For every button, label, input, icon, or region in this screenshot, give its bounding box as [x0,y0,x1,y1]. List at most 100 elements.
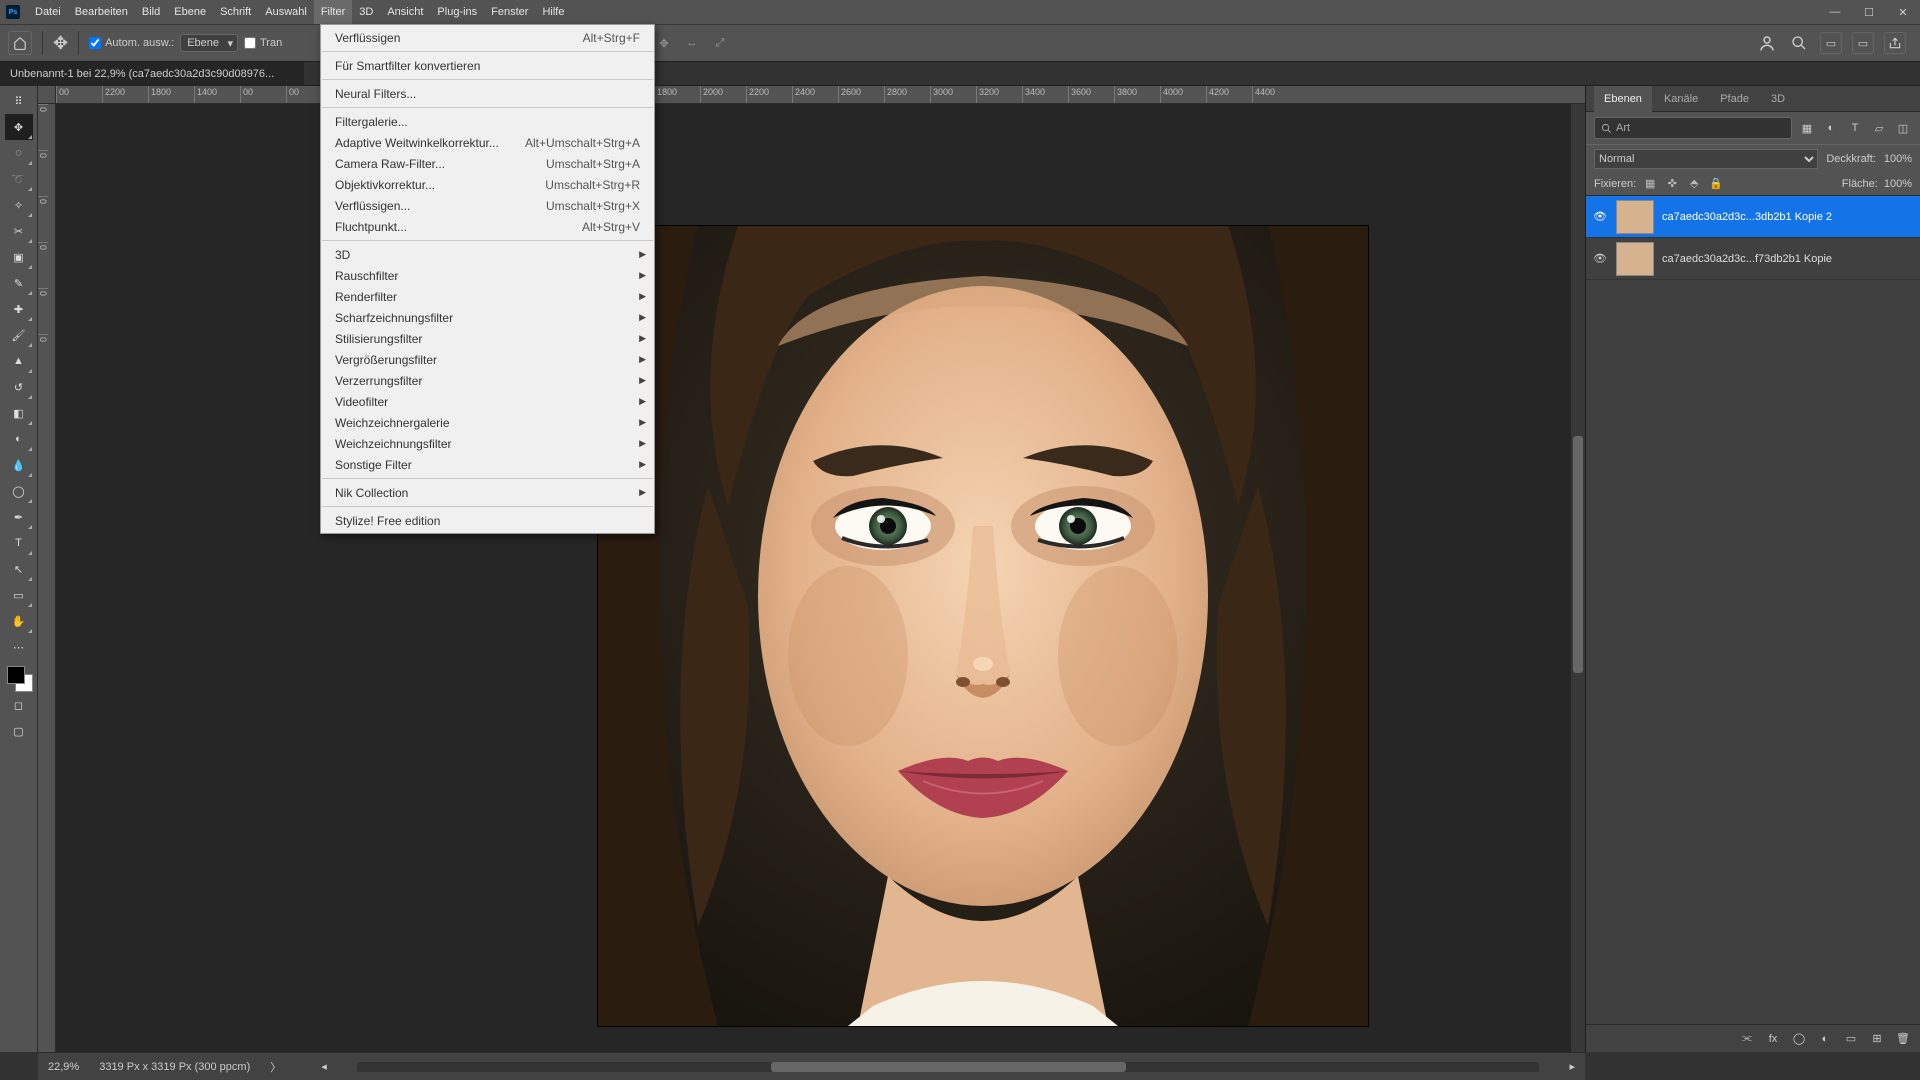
canvas-area[interactable]: 0022001800140000004006008001000120014001… [38,86,1585,1052]
layer-name[interactable]: ca7aedc30a2d3c...3db2b1 Kopie 2 [1662,211,1832,223]
layer-name[interactable]: ca7aedc30a2d3c...f73db2b1 Kopie [1662,253,1832,265]
ruler-horizontal[interactable]: 0022001800140000004006008001000120014001… [56,86,1585,104]
eraser-tool[interactable]: ◧ [5,400,33,426]
menu-item[interactable]: Rauschfilter▶ [321,265,654,286]
blur-tool[interactable]: 💧 [5,452,33,478]
quick-mask-tool[interactable]: ◻ [5,692,33,718]
panel-tab-ebenen[interactable]: Ebenen [1594,86,1652,112]
pen-tool[interactable]: ✒ [5,504,33,530]
menu-item[interactable]: Videofilter▶ [321,391,654,412]
layer-visibility-icon[interactable]: 👁 [1592,210,1608,223]
menubar-item-ansicht[interactable]: Ansicht [380,0,430,24]
layer-visibility-icon[interactable]: 👁 [1592,252,1608,265]
layer-mask-icon[interactable]: ◯ [1790,1030,1808,1048]
menubar-item-bearbeiten[interactable]: Bearbeiten [68,0,135,24]
workspace-button[interactable]: ▭ [1852,32,1874,54]
blend-mode-select[interactable]: Normal [1594,149,1818,169]
delete-layer-icon[interactable]: 🗑 [1894,1030,1912,1048]
menu-item[interactable]: Camera Raw-Filter...Umschalt+Strg+A [321,153,654,174]
layer-filter-search[interactable]: Art [1594,117,1792,139]
menu-item[interactable]: Für Smartfilter konvertieren [321,55,654,76]
menu-item[interactable]: Vergrößerungsfilter▶ [321,349,654,370]
hand-tool[interactable]: ✋ [5,608,33,634]
menubar-item-3d[interactable]: 3D [352,0,380,24]
menu-item[interactable]: Weichzeichnungsfilter▶ [321,433,654,454]
menubar-item-fenster[interactable]: Fenster [484,0,535,24]
layer-thumbnail[interactable] [1616,200,1654,234]
clone-stamp-tool[interactable]: ▲ [5,348,33,374]
filter-smart-icon[interactable]: ◫ [1894,119,1912,137]
arrange-documents-button[interactable]: ▭ [1820,32,1842,54]
eyedropper-tool[interactable]: ✎ [5,270,33,296]
fill-value[interactable]: 100% [1884,178,1912,190]
menu-item[interactable]: 3D▶ [321,244,654,265]
menubar-item-filter[interactable]: Filter [314,0,352,24]
scroll-left[interactable]: ◂ [321,1060,327,1073]
menubar-item-hilfe[interactable]: Hilfe [535,0,571,24]
lock-position-icon[interactable]: ✜ [1664,176,1680,192]
brush-tool[interactable]: 🖌 [5,322,33,348]
marquee-tool[interactable]: ◌ [5,140,33,166]
vertical-scrollbar[interactable] [1571,104,1585,1052]
menu-item[interactable]: Stylize! Free edition [321,510,654,531]
history-brush-tool[interactable]: ↺ [5,374,33,400]
adjustment-layer-icon[interactable]: ◐ [1816,1030,1834,1048]
home-button[interactable] [8,31,32,55]
horizontal-scrollbar[interactable] [357,1062,1540,1072]
doc-info-readout[interactable]: 3319 Px x 3319 Px (300 ppcm) [99,1061,250,1073]
menubar-item-schrift[interactable]: Schrift [213,0,258,24]
healing-tool[interactable]: ✚ [5,296,33,322]
tool-grip[interactable]: ⠿ [5,88,33,114]
window-minimize[interactable]: — [1818,0,1852,24]
auto-select-target[interactable]: Ebene [180,34,238,52]
layer-style-icon[interactable]: fx [1764,1030,1782,1048]
menu-item[interactable]: Filtergalerie... [321,111,654,132]
panel-tab-kanäle[interactable]: Kanäle [1654,86,1708,112]
group-icon[interactable]: ▭ [1842,1030,1860,1048]
magic-wand-tool[interactable]: ✧ [5,192,33,218]
menubar-item-auswahl[interactable]: Auswahl [258,0,314,24]
cloud-docs-button[interactable] [1756,32,1778,54]
menu-item[interactable]: Verzerrungsfilter▶ [321,370,654,391]
share-button[interactable] [1884,32,1906,54]
link-layers-icon[interactable]: ⫘ [1738,1030,1756,1048]
window-maximize[interactable]: ☐ [1852,0,1886,24]
menu-item[interactable]: Neural Filters... [321,83,654,104]
search-button[interactable] [1788,32,1810,54]
lock-all-icon[interactable]: 🔒 [1708,176,1724,192]
window-close[interactable]: ✕ [1886,0,1920,24]
menu-item[interactable]: Nik Collection▶ [321,482,654,503]
panel-tab-pfade[interactable]: Pfade [1710,86,1759,112]
frame-tool[interactable]: ▣ [5,244,33,270]
menu-item[interactable]: Renderfilter▶ [321,286,654,307]
menu-item[interactable]: Fluchtpunkt...Alt+Strg+V [321,216,654,237]
edit-toolbar[interactable]: ⋯ [5,634,33,660]
dodge-tool[interactable]: ◯ [5,478,33,504]
lock-pixels-icon[interactable]: ▦ [1642,176,1658,192]
layer-thumbnail[interactable] [1616,242,1654,276]
color-swatches[interactable] [5,664,33,692]
menubar-item-plug-ins[interactable]: Plug-ins [430,0,484,24]
menubar-item-ebene[interactable]: Ebene [167,0,213,24]
document-tab[interactable]: Unbenannt-1 bei 22,9% (ca7aedc30a2d3c90d… [0,62,304,86]
layer-row[interactable]: 👁 ca7aedc30a2d3c...3db2b1 Kopie 2 [1586,196,1920,238]
path-tool[interactable]: ↖ [5,556,33,582]
move-tool[interactable]: ✥ [5,114,33,140]
shape-tool[interactable]: ▭ [5,582,33,608]
lasso-tool[interactable]: ➰ [5,166,33,192]
layer-row[interactable]: 👁 ca7aedc30a2d3c...f73db2b1 Kopie [1586,238,1920,280]
menu-item[interactable]: VerflüssigenAlt+Strg+F [321,27,654,48]
canvas-image[interactable] [598,226,1368,1026]
menu-item[interactable]: Sonstige Filter▶ [321,454,654,475]
ruler-vertical[interactable]: 000000 [38,104,56,1052]
type-tool[interactable]: T [5,530,33,556]
panel-tab-3d[interactable]: 3D [1761,86,1795,112]
menu-item[interactable]: Adaptive Weitwinkelkorrektur...Alt+Umsch… [321,132,654,153]
scroll-right[interactable]: ▸ [1569,1060,1575,1073]
menu-item[interactable]: Objektivkorrektur...Umschalt+Strg+R [321,174,654,195]
filter-pixel-icon[interactable]: ▦ [1798,119,1816,137]
filter-adjust-icon[interactable]: ◐ [1822,119,1840,137]
crop-tool[interactable]: ✂ [5,218,33,244]
doc-info-arrow[interactable]: 〉 [270,1059,281,1075]
opacity-value[interactable]: 100% [1884,153,1912,165]
